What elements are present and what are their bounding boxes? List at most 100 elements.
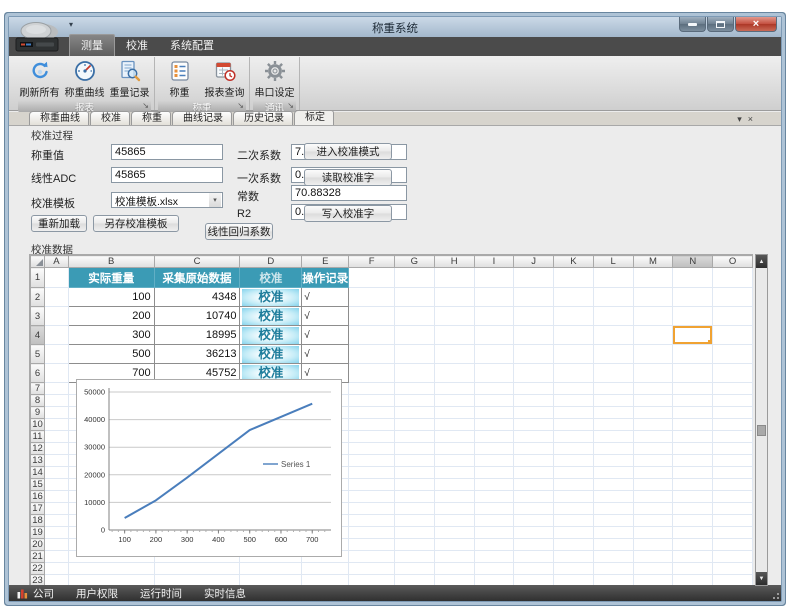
column-header[interactable]: E — [302, 256, 349, 268]
row-header[interactable]: 20 — [31, 539, 45, 551]
grid-cell[interactable] — [673, 364, 713, 383]
grid-cell[interactable] — [514, 307, 554, 326]
grid-cell[interactable] — [593, 345, 633, 364]
column-header[interactable]: N — [673, 256, 713, 268]
grid-cell[interactable] — [713, 479, 753, 491]
grid-cell[interactable] — [593, 431, 633, 443]
column-header[interactable]: M — [633, 256, 673, 268]
grid-cell[interactable] — [394, 419, 434, 431]
row-header[interactable]: 15 — [31, 479, 45, 491]
grid-cell[interactable] — [713, 268, 753, 288]
grid-cell[interactable] — [554, 364, 594, 383]
grid-cell[interactable] — [349, 467, 395, 479]
grid-cell[interactable] — [673, 407, 713, 419]
row-header[interactable]: 1 — [31, 268, 45, 288]
grid-cell[interactable] — [44, 345, 68, 364]
column-header[interactable]: A — [44, 256, 68, 268]
grid-cell[interactable] — [44, 431, 68, 443]
grid-cell[interactable] — [434, 288, 474, 307]
grid-cell[interactable] — [633, 307, 673, 326]
grid-cell[interactable] — [554, 395, 594, 407]
grid-cell[interactable]: 10740 — [154, 307, 240, 326]
column-header[interactable]: C — [154, 256, 240, 268]
dialog-launcher-icon[interactable]: ↘ — [287, 101, 294, 110]
grid-cell[interactable] — [474, 455, 514, 467]
grid-cell[interactable]: 4348 — [154, 288, 240, 307]
ribbon-button[interactable]: 称重曲线 — [62, 57, 107, 99]
app-logo-scale-icon[interactable] — [14, 19, 64, 56]
grid-cell[interactable] — [633, 551, 673, 563]
grid-cell[interactable] — [554, 345, 594, 364]
grid-cell[interactable] — [394, 491, 434, 503]
grid-cell[interactable] — [394, 443, 434, 455]
grid-cell[interactable] — [154, 563, 240, 575]
grid-cell[interactable] — [554, 326, 594, 345]
grid-cell[interactable] — [514, 527, 554, 539]
grid-cell[interactable] — [349, 455, 395, 467]
grid-cell[interactable] — [394, 455, 434, 467]
grid-cell[interactable] — [713, 563, 753, 575]
select-all-corner[interactable] — [31, 256, 45, 268]
grid-cell[interactable] — [554, 515, 594, 527]
status-item[interactable]: 实时信息 — [204, 586, 246, 601]
grid-cell[interactable] — [434, 395, 474, 407]
grid-cell[interactable] — [673, 515, 713, 527]
grid-cell[interactable] — [593, 307, 633, 326]
grid-cell[interactable] — [434, 443, 474, 455]
grid-cell[interactable] — [554, 431, 594, 443]
grid-cell[interactable] — [514, 431, 554, 443]
tabstrip-close-icon[interactable]: × — [748, 114, 759, 124]
grid-cell[interactable] — [434, 491, 474, 503]
grid-cell[interactable] — [593, 443, 633, 455]
grid-cell[interactable]: 校准 — [240, 268, 302, 288]
grid-cell[interactable]: 300 — [68, 326, 154, 345]
grid-cell[interactable] — [593, 527, 633, 539]
grid-cell[interactable] — [349, 479, 395, 491]
column-header[interactable]: G — [394, 256, 434, 268]
grid-cell[interactable] — [593, 395, 633, 407]
column-header[interactable]: K — [554, 256, 594, 268]
grid-cell[interactable] — [349, 345, 395, 364]
grid-cell[interactable] — [673, 395, 713, 407]
grid-cell[interactable] — [633, 563, 673, 575]
grid-cell[interactable] — [633, 288, 673, 307]
grid-cell[interactable] — [713, 383, 753, 395]
grid-cell[interactable] — [514, 467, 554, 479]
doc-tab[interactable]: 历史记录 — [233, 111, 293, 125]
grid-cell[interactable] — [713, 419, 753, 431]
column-header[interactable]: F — [349, 256, 395, 268]
grid-cell[interactable] — [713, 443, 753, 455]
grid-cell[interactable] — [44, 515, 68, 527]
row-header[interactable]: 11 — [31, 431, 45, 443]
grid-cell[interactable] — [673, 491, 713, 503]
grid-cell[interactable] — [633, 407, 673, 419]
grid-cell[interactable] — [713, 527, 753, 539]
write-calibration-word-button[interactable]: 写入校准字 — [304, 205, 392, 222]
grid-cell[interactable]: √ — [302, 288, 349, 307]
grid-cell[interactable] — [514, 563, 554, 575]
grid-cell[interactable] — [349, 503, 395, 515]
grid-cell[interactable] — [713, 326, 753, 345]
grid-cell[interactable] — [394, 395, 434, 407]
grid-cell[interactable]: 36213 — [154, 345, 240, 364]
grid-cell[interactable] — [514, 364, 554, 383]
grid-cell[interactable] — [554, 419, 594, 431]
grid-cell[interactable] — [44, 455, 68, 467]
grid-cell[interactable] — [514, 515, 554, 527]
calibrate-cell-button[interactable]: 校准 — [242, 308, 299, 325]
doc-tab[interactable]: 校准 — [90, 111, 130, 125]
grid-cell[interactable] — [434, 515, 474, 527]
grid-cell[interactable] — [633, 467, 673, 479]
grid-cell[interactable] — [44, 395, 68, 407]
ribbon-button[interactable]: 串口设定 — [252, 57, 297, 99]
grid-cell[interactable] — [554, 551, 594, 563]
grid-cell[interactable]: 500 — [68, 345, 154, 364]
dialog-launcher-icon[interactable]: ↘ — [142, 101, 149, 110]
close-button[interactable]: × — [735, 17, 777, 32]
grid-cell[interactable] — [434, 383, 474, 395]
grid-cell[interactable] — [349, 443, 395, 455]
grid-cell[interactable] — [474, 467, 514, 479]
row-header[interactable]: 14 — [31, 467, 45, 479]
grid-cell[interactable] — [434, 268, 474, 288]
grid-cell[interactable] — [349, 419, 395, 431]
